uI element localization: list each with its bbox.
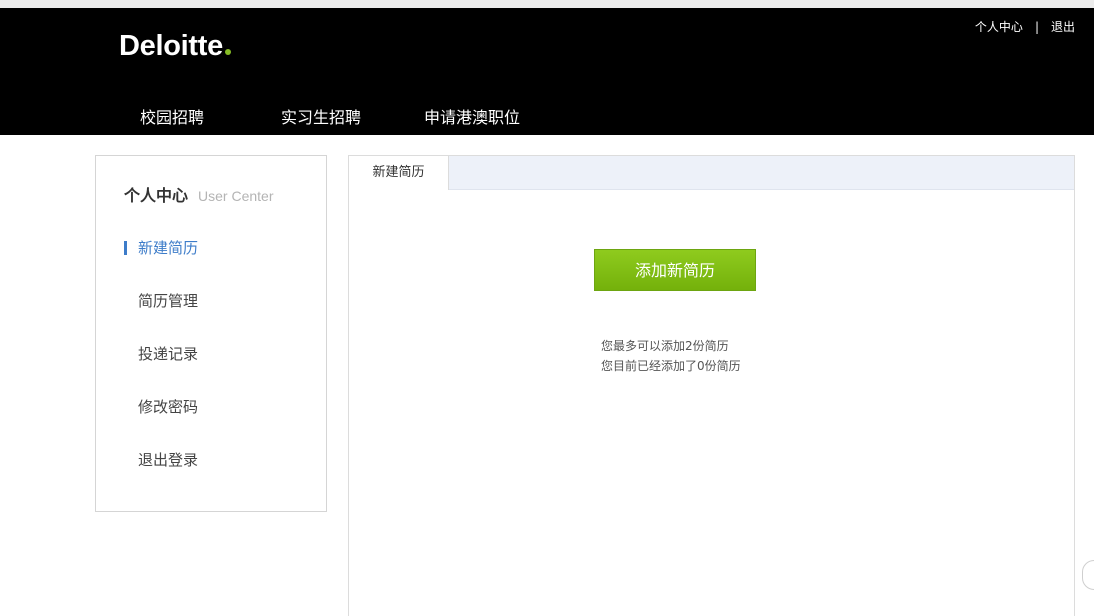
content-panel: 新建简历 添加新简历 您最多可以添加2份简历 您目前已经添加了0份简历 bbox=[348, 155, 1075, 616]
sidebar-item-label: 修改密码 bbox=[138, 398, 199, 416]
sidebar-item-resume-management[interactable]: 简历管理 bbox=[124, 290, 198, 311]
sidebar-item-label: 简历管理 bbox=[138, 292, 199, 310]
link-separator: | bbox=[1034, 19, 1039, 34]
resume-quota-info: 您最多可以添加2份简历 您目前已经添加了0份简历 bbox=[601, 336, 741, 376]
user-center-link[interactable]: 个人中心 bbox=[975, 18, 1023, 35]
sidebar-item-label: 新建简历 bbox=[138, 239, 199, 257]
nav-campus-recruitment[interactable]: 校园招聘 bbox=[140, 104, 204, 128]
nav-hk-macau-positions[interactable]: 申请港澳职位 bbox=[424, 104, 520, 128]
logout-link[interactable]: 退出 bbox=[1051, 18, 1075, 35]
sidebar-item-new-resume[interactable]: 新建简历 bbox=[124, 237, 198, 258]
current-resume-count-text: 您目前已经添加了0份简历 bbox=[601, 359, 741, 373]
logo-text: Deloitte bbox=[119, 30, 223, 62]
nav-intern-recruitment[interactable]: 实习生招聘 bbox=[281, 104, 361, 128]
site-header: Deloitte 个人中心 | 退出 校园招聘 实习生招聘 申请港澳职位 bbox=[0, 8, 1094, 135]
sidebar-item-logout[interactable]: 退出登录 bbox=[124, 449, 198, 470]
tab-strip bbox=[349, 156, 1074, 190]
tab-new-resume[interactable]: 新建简历 bbox=[349, 156, 449, 190]
add-new-resume-button[interactable]: 添加新简历 bbox=[594, 249, 756, 291]
logo-dot-icon bbox=[224, 49, 231, 55]
deloitte-logo[interactable]: Deloitte bbox=[119, 30, 231, 63]
floating-scroll-widget[interactable] bbox=[1082, 560, 1094, 590]
sidebar-title-cn: 个人中心 bbox=[124, 186, 189, 205]
sidebar-item-label: 投递记录 bbox=[138, 345, 199, 363]
sidebar-title: 个人中心 User Center bbox=[124, 182, 273, 206]
user-center-sidebar: 个人中心 User Center 新建简历 简历管理 投递记录 修改密码 退出登… bbox=[95, 155, 327, 512]
active-indicator bbox=[124, 240, 127, 255]
max-resume-text: 您最多可以添加2份简历 bbox=[601, 339, 729, 353]
sidebar-item-label: 退出登录 bbox=[138, 451, 199, 469]
sidebar-item-application-records[interactable]: 投递记录 bbox=[124, 343, 198, 364]
user-links: 个人中心 | 退出 bbox=[975, 18, 1075, 35]
sidebar-title-en: User Center bbox=[198, 188, 274, 204]
sidebar-item-change-password[interactable]: 修改密码 bbox=[124, 396, 198, 417]
